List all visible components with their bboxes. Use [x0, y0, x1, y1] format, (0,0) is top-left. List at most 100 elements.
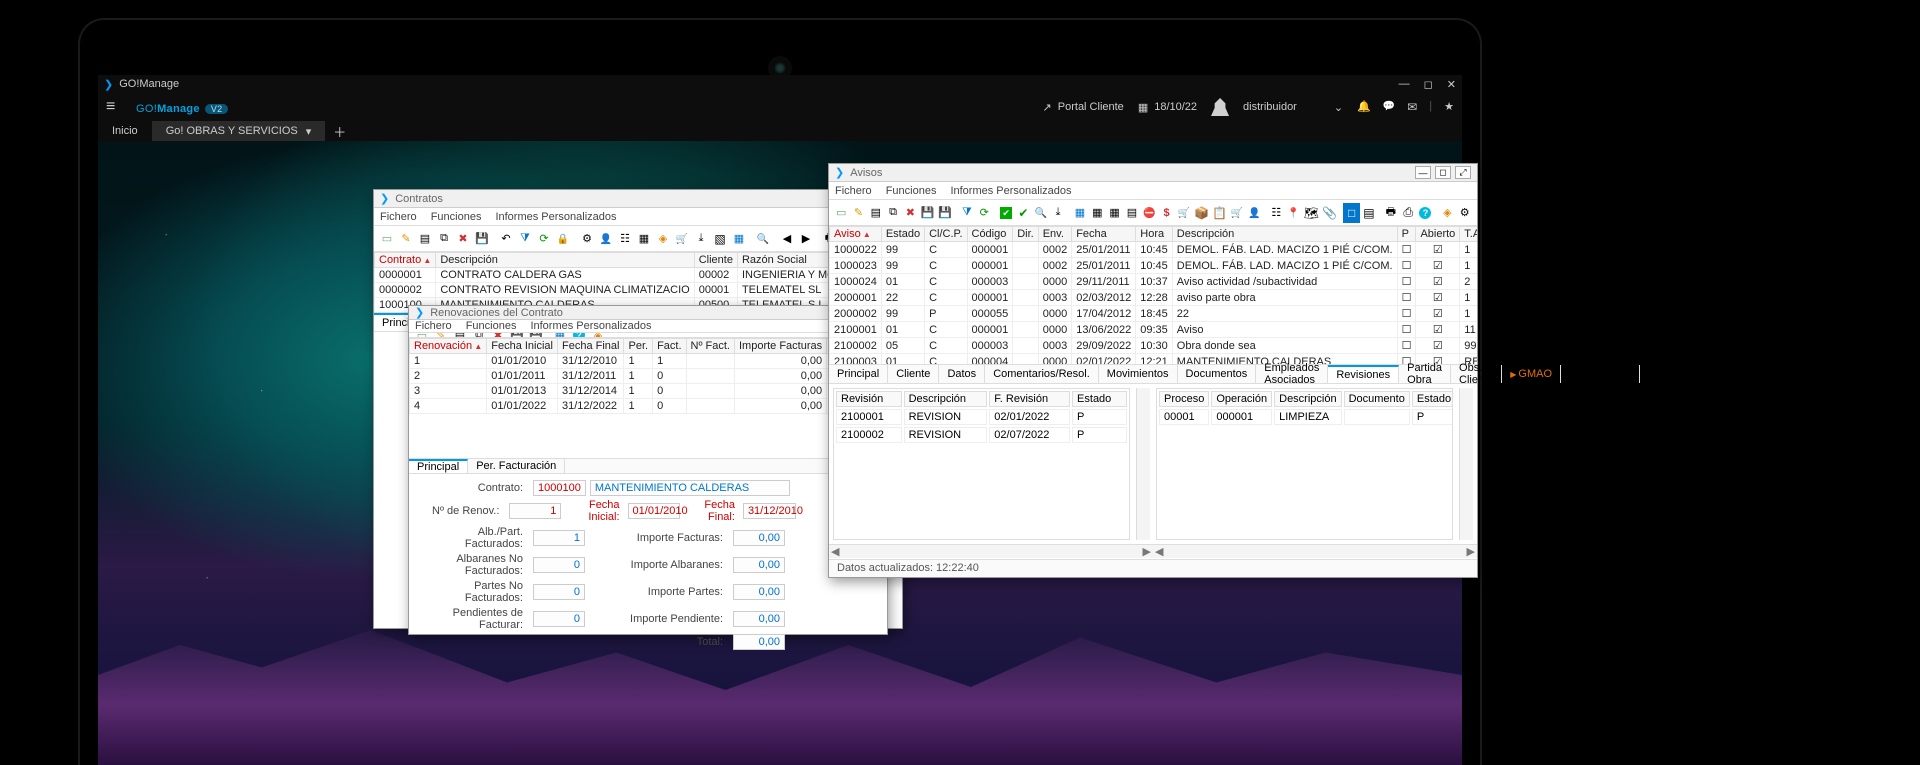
money-icon[interactable] [1158, 203, 1174, 223]
renov-menu-fichero[interactable]: Fichero [415, 320, 452, 332]
albnf-field[interactable]: 0 [533, 557, 585, 573]
avisos-menu-funciones[interactable]: Funciones [886, 185, 937, 197]
refresh-icon[interactable] [535, 229, 553, 249]
table-row[interactable]: 2100001REVISION02/01/2022P [836, 409, 1127, 425]
subtab-datosplan[interactable]: Datos Planificación [1561, 365, 1640, 383]
filter-icon[interactable] [516, 229, 534, 249]
calendar2-icon[interactable] [1089, 203, 1105, 223]
table-row[interactable]: 200000299P000055000017/04/201218:4522☐☑1 [830, 306, 1478, 322]
tab-obras-servicios[interactable]: Go! OBRAS Y SERVICIOS ▾ [152, 121, 326, 141]
map-icon[interactable]: 🗺 [1303, 203, 1320, 223]
contrato-num-field[interactable]: 1000100 [533, 480, 586, 496]
delete-icon[interactable] [902, 203, 918, 223]
mail-icon[interactable] [1407, 100, 1417, 114]
fecha-inicial-field[interactable]: 01/01/2010 [628, 503, 681, 519]
user-icon[interactable] [597, 229, 615, 249]
subtab-documentos[interactable]: Documentos [1178, 365, 1257, 383]
tab-dropdown-icon[interactable]: ▾ [306, 125, 312, 138]
subtab-revisiones[interactable]: Revisiones [1328, 365, 1399, 383]
subtab-comentarios[interactable]: Comentarios/Resol. [985, 365, 1099, 383]
doc-icon[interactable] [416, 229, 434, 249]
table-row[interactable]: 210000301C000004000002/01/202212:21MANTE… [830, 354, 1478, 365]
user-dropdown[interactable]: distribuidor ⌄ [1243, 101, 1343, 114]
contratos-menu-funciones[interactable]: Funciones [431, 211, 482, 223]
proc-scrollbar[interactable] [1459, 388, 1473, 540]
calendar3-icon[interactable] [1106, 203, 1122, 223]
subtab-empleados[interactable]: Empleados Asociados [1256, 365, 1328, 383]
menu-hamburger-icon[interactable]: ≡ [106, 98, 122, 116]
portal-cliente-button[interactable]: ↗ Portal Cliente [1043, 101, 1124, 114]
new-icon[interactable] [378, 229, 396, 249]
table-row[interactable]: 0000001CONTRATO CALDERA GAS00002INGENIER… [375, 268, 903, 283]
renov-grid[interactable]: Renovación Fecha Inicial Fecha Final Per… [409, 338, 887, 458]
table-row[interactable]: 201/01/201131/12/2011100,0000,000 [410, 369, 888, 384]
print-icon[interactable] [1383, 203, 1399, 223]
subtab-obscliente[interactable]: Obs. Cliente [1451, 365, 1502, 383]
save-icon[interactable] [920, 203, 936, 223]
avisos-min-button[interactable]: — [1415, 166, 1431, 179]
cart-icon[interactable] [1176, 203, 1192, 223]
rev-scrollbar[interactable] [1136, 388, 1150, 540]
help-icon[interactable] [1417, 203, 1433, 223]
tag-icon[interactable] [1439, 203, 1455, 223]
subtab-partida[interactable]: Partida Obra [1399, 365, 1451, 383]
table-row[interactable]: 00001000001LIMPIEZAP0,00 [1159, 409, 1453, 425]
find-icon[interactable] [754, 229, 772, 249]
copy-icon[interactable] [885, 203, 901, 223]
contratos-grid[interactable]: Contrato Descripción Cliente Razón Socia… [374, 252, 902, 312]
avisos-max-button[interactable]: ◻ [1435, 166, 1451, 179]
cart-icon[interactable] [673, 229, 691, 249]
find-icon[interactable] [1033, 203, 1049, 223]
procesos-pane[interactable]: Proceso Operación Descripción Documento … [1156, 388, 1453, 540]
fecha-final-field[interactable]: 31/12/2010 [743, 503, 796, 519]
table-row[interactable]: 100002401C000003000029/11/201110:37Aviso… [830, 274, 1478, 290]
tag-icon[interactable] [654, 229, 672, 249]
calendar-icon[interactable] [635, 229, 653, 249]
table-row[interactable]: 401/01/202231/12/2022100,0000,000 [410, 399, 888, 414]
star-icon[interactable] [1444, 100, 1454, 114]
importe-albaranes-field[interactable]: 0,00 [733, 557, 785, 573]
bell-icon[interactable] [1357, 100, 1371, 114]
total-field[interactable]: 0,00 [733, 634, 785, 650]
edit-icon[interactable] [397, 229, 415, 249]
user-avatar[interactable] [1211, 98, 1229, 116]
subtab-gmao[interactable]: GMAO [1502, 365, 1561, 383]
table-row[interactable]: 210000205C000003000329/09/202210:30Obra … [830, 338, 1478, 354]
contrato-desc-field[interactable]: MANTENIMIENTO CALDERAS [590, 480, 790, 496]
calendar2-icon[interactable] [730, 229, 748, 249]
renov-menu-informes[interactable]: Informes Personalizados [530, 320, 651, 332]
nrenov-field[interactable]: 1 [509, 503, 561, 519]
avisos-close-button[interactable]: ⤢ [1455, 166, 1471, 179]
table-icon[interactable] [616, 229, 634, 249]
cart4-icon[interactable] [1229, 203, 1245, 223]
avisos-grid[interactable]: Aviso Estado Cl/C.P. Código Dir. Env. Fe… [829, 226, 1477, 364]
export-icon[interactable] [692, 229, 710, 249]
next-icon[interactable] [797, 229, 815, 249]
send-icon[interactable]: □ [1343, 203, 1359, 223]
renov-tab-principal[interactable]: Principal [409, 459, 468, 473]
delete-icon[interactable] [454, 229, 472, 249]
gear-icon[interactable] [1457, 203, 1473, 223]
check-icon[interactable]: ✔ [1015, 203, 1031, 223]
add-tab-button[interactable]: ＋ [325, 122, 354, 141]
table-row[interactable]: 0000002CONTRATO REVISION MAQUINA CLIMATI… [375, 283, 903, 298]
importe-partes-field[interactable]: 0,00 [733, 584, 785, 600]
prev-icon[interactable] [778, 229, 796, 249]
cart2-icon[interactable]: 📦 [1193, 203, 1210, 223]
proc-hscroll[interactable]: ◀▶ [1153, 544, 1477, 558]
avisos-menu-fichero[interactable]: Fichero [835, 185, 872, 197]
refresh-icon[interactable] [976, 203, 992, 223]
doc3-icon[interactable]: ▤ [1361, 203, 1377, 223]
chat-icon[interactable] [1383, 100, 1395, 114]
subtab-movimientos[interactable]: Movimientos [1099, 365, 1178, 383]
doc2-icon[interactable] [1124, 203, 1140, 223]
renov-tab-perfact[interactable]: Per. Facturación [468, 459, 565, 473]
tree-icon[interactable] [1268, 203, 1284, 223]
table-row[interactable]: 101/01/201031/12/2010110,0000,000 [410, 354, 888, 369]
os-restore-button[interactable]: ◻ [1424, 78, 1433, 91]
table-row[interactable]: 100002399C000001000225/01/201110:45DEMOL… [830, 258, 1478, 274]
save-icon[interactable] [473, 229, 491, 249]
tab-inicio[interactable]: Inicio [98, 121, 152, 141]
table-row[interactable]: 210000101C000001000013/06/202209:35Aviso… [830, 322, 1478, 338]
contratos-menu-informes[interactable]: Informes Personalizados [495, 211, 616, 223]
